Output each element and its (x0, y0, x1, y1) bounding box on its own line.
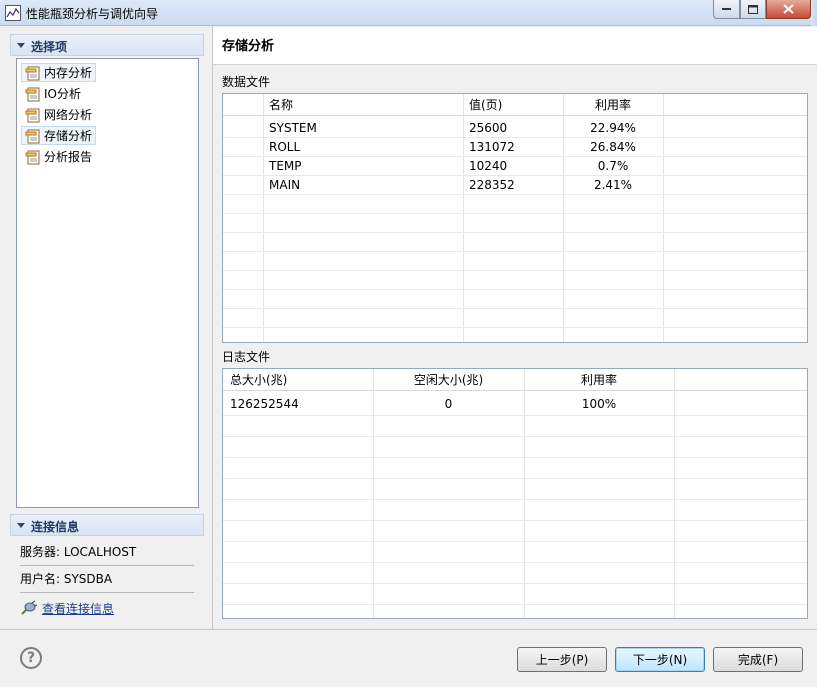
collapse-triangle-icon[interactable] (17, 43, 25, 48)
row-divider (223, 137, 807, 138)
row-divider (223, 478, 807, 479)
nav-item-io-analysis[interactable]: IO分析 (21, 84, 85, 103)
table-cell: 0 (444, 397, 453, 411)
close-button[interactable] (766, 0, 811, 19)
table-cell: TEMP (269, 159, 302, 173)
row-divider (223, 232, 807, 233)
view-connection-info[interactable]: 查看连接信息 (20, 598, 114, 618)
table-cell: 22.94% (590, 121, 636, 135)
view-connection-info-link[interactable]: 查看连接信息 (42, 600, 114, 617)
finish-button[interactable]: 完成(F) (713, 647, 803, 672)
analysis-page-icon (25, 150, 40, 165)
row-divider (223, 499, 807, 500)
next-button[interactable]: 下一步(N) (615, 647, 705, 672)
row-divider (223, 194, 807, 195)
table-cell: 25600 (469, 121, 508, 135)
row-divider (223, 562, 807, 563)
connection-section-title: 连接信息 (31, 520, 80, 534)
server-info: 服务器: LOCALHOST (20, 539, 194, 566)
nav-item-network-analysis[interactable]: 网络分析 (21, 105, 96, 124)
row-divider (223, 457, 807, 458)
minimize-button[interactable] (713, 0, 740, 19)
table-cell: SYSTEM (269, 121, 317, 135)
column-header-name[interactable]: 名称 (269, 94, 293, 116)
log-files-label: 日志文件 (222, 350, 271, 364)
maximize-button[interactable] (740, 0, 766, 19)
maximize-icon (748, 4, 758, 14)
table-cell: 228352 (469, 178, 515, 192)
row-divider (223, 520, 807, 521)
nav-item-label: 存储分析 (44, 129, 93, 143)
nav-item-label: 分析报告 (44, 150, 93, 164)
minimize-icon (721, 8, 731, 10)
collapse-triangle-icon[interactable] (17, 523, 25, 528)
nav-tree: 内存分析 IO分析 网络分析 存储分析 分析报告 (16, 58, 199, 508)
page-header: 存储分析 (213, 27, 817, 65)
nav-section-header[interactable]: 选择项 (10, 34, 204, 56)
page-title: 存储分析 (222, 39, 275, 54)
analysis-page-icon (25, 87, 40, 102)
table-header (223, 94, 807, 116)
table-cell: 2.41% (593, 178, 633, 192)
row-divider (223, 415, 807, 416)
analysis-page-icon (25, 129, 40, 144)
close-icon (783, 4, 794, 14)
row-divider (223, 156, 807, 157)
row-divider (223, 289, 807, 290)
nav-item-label: IO分析 (44, 87, 81, 101)
previous-button[interactable]: 上一步(P) (517, 647, 607, 672)
row-divider (223, 327, 807, 328)
row-divider (223, 251, 807, 252)
row-divider (223, 270, 807, 271)
connection-plug-icon (21, 600, 38, 615)
column-header-usage[interactable]: 利用率 (563, 94, 663, 116)
nav-item-label: 网络分析 (44, 108, 93, 122)
connection-section-header[interactable]: 连接信息 (10, 514, 204, 536)
row-divider (223, 213, 807, 214)
table-cell: 26.84% (590, 140, 636, 154)
row-divider (223, 583, 807, 584)
data-files-label: 数据文件 (222, 75, 271, 89)
window-title: 性能瓶颈分析与调优向导 (26, 7, 159, 21)
row-divider (223, 308, 807, 309)
log-files-table[interactable]: 总大小(兆) 空闲大小(兆) 利用率 126252544 0 100% (222, 368, 808, 619)
table-cell: 100% (581, 397, 617, 411)
row-divider (223, 175, 807, 176)
row-divider (223, 436, 807, 437)
help-icon[interactable]: ? (20, 647, 42, 669)
table-cell: MAIN (269, 178, 301, 192)
user-info: 用户名: SYSDBA (20, 566, 194, 593)
nav-item-storage-analysis[interactable]: 存储分析 (21, 126, 97, 145)
title-bar: 性能瓶颈分析与调优向导 (0, 0, 817, 26)
analysis-page-icon (25, 66, 40, 81)
row-divider (223, 541, 807, 542)
column-header-value[interactable]: 值(页) (469, 94, 502, 116)
analysis-page-icon (25, 108, 40, 123)
column-header-usage[interactable]: 利用率 (524, 369, 674, 391)
table-cell: 0.7% (597, 159, 629, 173)
table-cell: 10240 (469, 159, 508, 173)
column-header-free-size[interactable]: 空闲大小(兆) (373, 369, 524, 391)
table-cell: 131072 (469, 140, 515, 154)
nav-item-memory-analysis[interactable]: 内存分析 (21, 63, 97, 82)
table-cell: 126252544 (230, 397, 299, 411)
nav-item-label: 内存分析 (44, 66, 93, 80)
data-files-table[interactable]: 名称 值(页) 利用率 SYSTEM 25600 22.94% ROLL 131… (222, 93, 808, 343)
row-divider (223, 604, 807, 605)
column-header-total-size[interactable]: 总大小(兆) (230, 369, 287, 391)
nav-section-title: 选择项 (31, 40, 68, 54)
app-chart-icon (5, 5, 21, 21)
table-cell: ROLL (269, 140, 301, 154)
nav-item-analysis-report[interactable]: 分析报告 (21, 147, 96, 166)
